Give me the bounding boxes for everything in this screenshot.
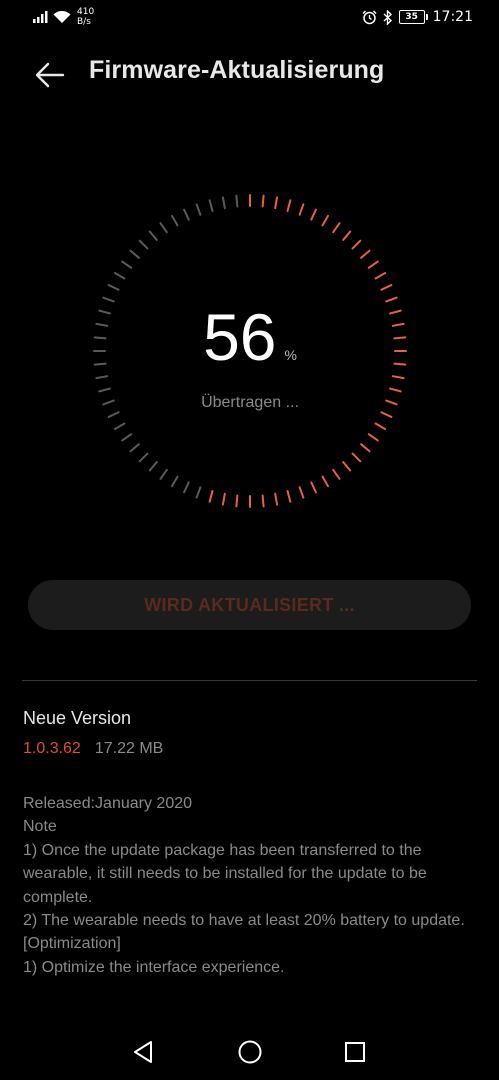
notes-line: Note	[23, 818, 57, 836]
progress-tick-active	[221, 492, 226, 506]
progress-tick	[148, 461, 158, 472]
progress-tick	[195, 486, 202, 499]
progress-tick-active	[321, 214, 329, 227]
version-number: 1.0.3.62	[23, 740, 81, 757]
notes-line: Released:January 2020	[23, 795, 193, 812]
notes-line: 1) Optimize the interface experience.	[23, 958, 285, 976]
notes-line: 1) Once the update package has been tran…	[23, 841, 432, 906]
progress-tick	[171, 475, 179, 488]
notes-line: [Optimization]	[23, 935, 121, 953]
progress-tick	[107, 284, 120, 291]
progress-tick-active	[360, 443, 371, 453]
progress-tick	[113, 272, 126, 280]
battery-indicator: 35	[398, 10, 428, 24]
progress-tick-active	[274, 492, 279, 506]
square-recents-icon	[345, 1042, 365, 1062]
progress-tick-active	[351, 452, 362, 463]
progress-tick-active	[298, 203, 305, 216]
progress-tick-active	[374, 422, 387, 430]
progress-tick-active	[261, 494, 265, 508]
progress-tick-active	[380, 411, 393, 418]
progress-tick	[107, 411, 120, 418]
progress-tick	[159, 222, 168, 234]
version-row: 1.0.3.62 17.22 MB	[23, 740, 163, 758]
progress-dial: 56% Übertragen ...	[92, 193, 408, 509]
progress-status: Übertragen ...	[201, 394, 299, 411]
progress-tick-active	[342, 461, 352, 472]
status-bar: 410 B/s 35 17:21	[0, 0, 499, 34]
progress-percent: 56	[203, 300, 277, 374]
progress-tick	[148, 230, 158, 241]
progress-tick-active	[235, 494, 239, 508]
triangle-back-icon	[134, 1041, 152, 1063]
network-speed: 410 B/s	[77, 7, 94, 27]
progress-tick-active	[351, 239, 362, 250]
progress-tick-active	[360, 249, 371, 259]
progress-tick-active	[274, 196, 279, 210]
progress-tick-active	[342, 230, 352, 241]
progress-tick-active	[321, 475, 329, 488]
progress-tick	[129, 249, 140, 259]
progress-tick-active	[310, 481, 317, 494]
signal-icon	[33, 11, 48, 23]
nav-recents-button[interactable]	[341, 1038, 369, 1066]
progress-tick-active	[332, 222, 341, 234]
update-button[interactable]: WIRD AKTUALISIERT ...	[28, 580, 471, 630]
version-heading: Neue Version	[23, 708, 132, 728]
divider	[22, 680, 477, 681]
network-speed-value: 410	[77, 7, 95, 17]
navigation-bar	[0, 1024, 499, 1080]
firmware-update-screen: 410 B/s 35 17:21 Firmware-Aktualisierung	[0, 0, 499, 1080]
circle-home-icon	[238, 1040, 262, 1064]
status-time: 17:21	[432, 9, 473, 25]
progress-tick-active	[286, 490, 292, 503]
notes-line: 2) The wearable needs to have at least 2…	[23, 912, 465, 930]
progress-tick-active	[310, 208, 317, 221]
status-bar-left: 410 B/s	[33, 6, 94, 28]
back-button[interactable]	[30, 55, 70, 95]
progress-tick	[138, 239, 149, 250]
status-bar-right: 35 17:21	[362, 8, 473, 26]
progress-tick-active	[286, 199, 292, 212]
progress-tick-active	[367, 433, 379, 442]
version-size: 17.22 MB	[94, 740, 164, 757]
progress-tick	[235, 194, 239, 208]
progress-tick	[159, 468, 168, 480]
progress-tick	[129, 443, 140, 453]
alarm-icon	[362, 9, 377, 24]
progress-tick-active	[261, 194, 265, 208]
progress-tick-active	[298, 486, 305, 499]
progress-tick	[195, 203, 202, 216]
wifi-icon	[53, 10, 71, 23]
progress-tick	[113, 422, 126, 430]
progress-tick	[221, 196, 226, 210]
progress-tick-active	[332, 468, 341, 480]
progress-tick-active	[208, 490, 214, 503]
arrow-left-icon	[35, 62, 65, 88]
progress-value: 56%	[92, 297, 408, 395]
progress-tick	[121, 260, 133, 269]
page-title: Firmware-Aktualisierung	[89, 56, 385, 84]
progress-tick	[183, 481, 190, 494]
progress-tick	[208, 199, 214, 212]
bluetooth-icon	[383, 9, 392, 25]
release-notes: Released:January 2020 Note 1) Once the u…	[23, 792, 483, 979]
progress-unit: %	[284, 347, 297, 363]
progress-tick-active	[374, 272, 387, 280]
progress-tick-active	[380, 284, 393, 291]
progress-tick	[138, 452, 149, 463]
network-speed-unit: B/s	[77, 17, 91, 27]
progress-tick	[183, 208, 190, 221]
nav-back-button[interactable]	[129, 1038, 157, 1066]
progress-tick	[121, 433, 133, 442]
nav-home-button[interactable]	[236, 1038, 264, 1066]
progress-tick-active	[367, 260, 379, 269]
progress-tick	[171, 214, 179, 227]
